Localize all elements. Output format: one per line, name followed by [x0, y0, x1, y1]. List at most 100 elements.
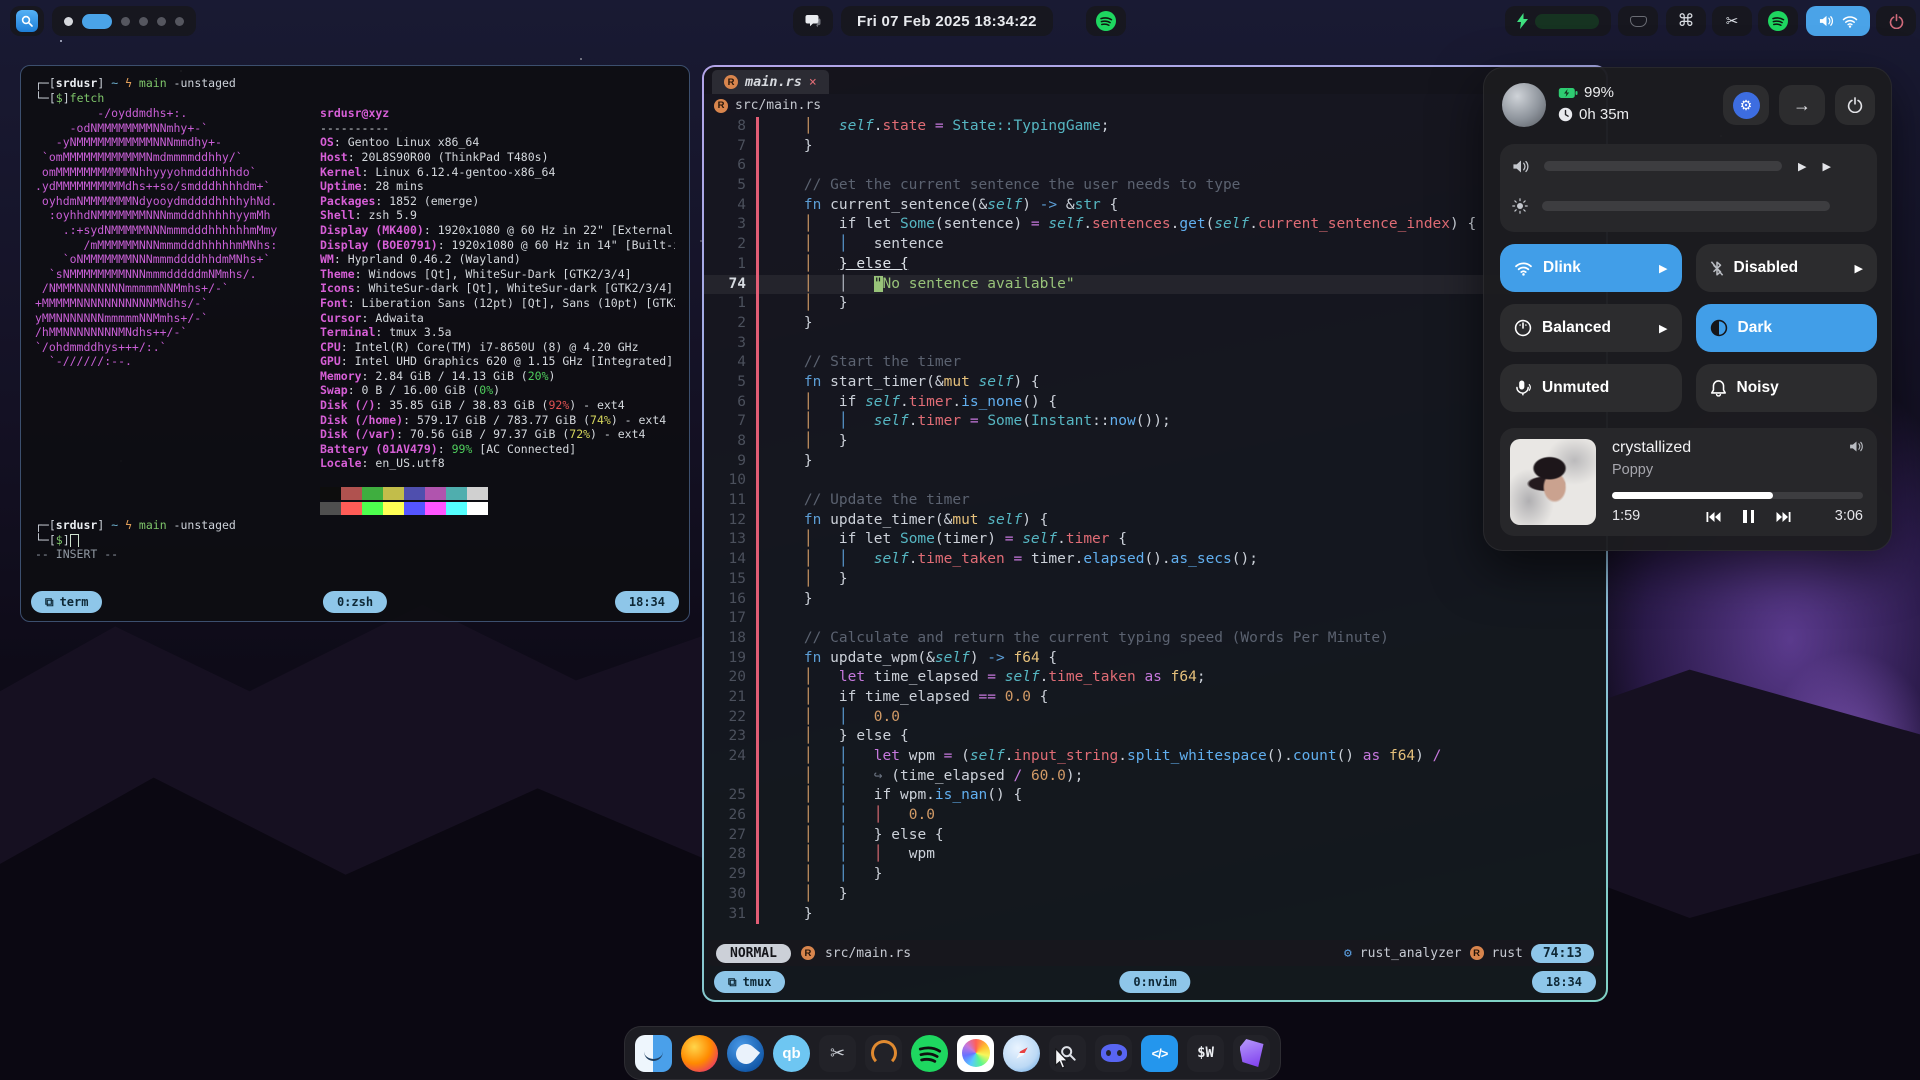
terminal-prompt-top: ┌─[srdusr] ~ ϟ main -unstaged└─[$]fetch — [35, 76, 675, 105]
rust-file-icon: R — [724, 75, 738, 89]
mouse-cursor — [1053, 1048, 1071, 1070]
color-swatch — [320, 502, 341, 515]
dock-item-vscode[interactable]: </> — [1139, 1033, 1180, 1074]
dock-item-obsidian[interactable] — [1231, 1033, 1272, 1074]
terminal-window[interactable]: ┌─[srdusr] ~ ϟ main -unstaged└─[$]fetch … — [20, 65, 690, 622]
dock-item-downloader[interactable] — [863, 1033, 904, 1074]
toggle-bluetooth[interactable]: Disabled▶ — [1696, 244, 1878, 292]
code-line: 26 │ │ │ 0.0 — [704, 806, 1606, 826]
color-swatch — [383, 502, 404, 515]
toggle-notifications[interactable]: Noisy — [1696, 364, 1878, 412]
workspace-1[interactable] — [64, 17, 73, 26]
code-line: 29 │ │ } — [704, 865, 1606, 885]
pause-button[interactable] — [1743, 510, 1754, 523]
power-button[interactable] — [1876, 6, 1916, 36]
total-time: 3:06 — [1835, 508, 1863, 524]
tmux-session-label[interactable]: 0:zsh — [323, 591, 387, 613]
tmux-session-label[interactable]: 0:nvim — [1119, 971, 1190, 993]
dock-item-firefox[interactable] — [679, 1033, 720, 1074]
spotify-icon — [1768, 11, 1788, 31]
dock-item-zen-browser[interactable] — [1001, 1033, 1042, 1074]
toggle-power-profile[interactable]: Balanced ▶ — [1500, 304, 1682, 352]
code-area[interactable]: 8 │ self.state = State::TypingGame;7 }65… — [704, 117, 1606, 936]
wallpaper-stars — [60, 40, 62, 42]
output-expand-chevron[interactable]: ▶ — [1822, 160, 1830, 173]
brightness-slider[interactable] — [1542, 201, 1830, 211]
workspace-2[interactable] — [82, 14, 112, 29]
dock-item-thunderbird[interactable] — [725, 1033, 766, 1074]
lightning-icon — [1517, 13, 1528, 29]
vi-mode-indicator: -- INSERT -- — [35, 547, 118, 561]
terminal-prompt-bottom[interactable]: ┌─[srdusr] ~ ϟ main -unstaged└─[$] — [35, 518, 675, 547]
volume-expand-chevron[interactable]: ▶ — [1798, 160, 1806, 173]
toggle-label: Noisy — [1737, 379, 1779, 397]
winbar-filepath: src/main.rs — [735, 98, 821, 113]
mode-indicator: NORMAL — [716, 944, 791, 963]
toggle-label: Balanced — [1542, 319, 1611, 337]
tab-close-icon[interactable]: × — [809, 75, 817, 90]
settings-button[interactable]: ⚙ — [1723, 85, 1769, 125]
workspace-6[interactable] — [175, 17, 184, 26]
touchpad-button[interactable] — [1618, 6, 1658, 36]
workspace-indicator[interactable] — [52, 6, 196, 36]
color-swatch — [467, 487, 488, 500]
speaker-icon — [1512, 160, 1530, 173]
code-line: 4 fn current_sentence(&self) -> &str { — [704, 196, 1606, 216]
dock-item-finder[interactable] — [633, 1033, 674, 1074]
toggle-theme[interactable]: Dark — [1696, 304, 1878, 352]
toggle-wifi[interactable]: Dlink▶ — [1500, 244, 1682, 292]
search-button[interactable] — [10, 6, 44, 36]
wifi-icon — [1842, 15, 1858, 28]
chat-bubble-icon — [805, 14, 821, 28]
workspace-5[interactable] — [157, 17, 166, 26]
code-line: 11 // Update the timer — [704, 491, 1606, 511]
dock-item-photos[interactable] — [955, 1033, 996, 1074]
expand-button[interactable]: → — [1779, 85, 1825, 125]
tab-main-rs[interactable]: R main.rs × — [712, 70, 829, 94]
color-swatch — [446, 502, 467, 515]
battery-widget[interactable] — [1505, 6, 1611, 36]
tmux-window-tab[interactable]: ⧉tmux — [714, 971, 785, 993]
workspace-3[interactable] — [121, 17, 130, 26]
screenshot-button[interactable]: ✂ — [1712, 6, 1752, 36]
code-line: 7 } — [704, 137, 1606, 157]
tmux-window-tab[interactable]: ⧉term — [31, 591, 102, 613]
volume-network-button[interactable] — [1806, 6, 1870, 36]
code-line: 20 │ let time_elapsed = self.time_taken … — [704, 668, 1606, 688]
datetime-widget[interactable]: Fri 07 Feb 2025 18:34:22 — [841, 6, 1053, 36]
session-power-button[interactable] — [1835, 85, 1875, 125]
window-icon: ⧉ — [45, 595, 54, 610]
workspace-4[interactable] — [139, 17, 148, 26]
code-line: 1 │ } else { — [704, 255, 1606, 275]
previous-track-button[interactable] — [1706, 511, 1721, 523]
chevron-right-icon[interactable]: ▶ — [1659, 262, 1667, 275]
avatar — [1502, 83, 1546, 127]
seek-bar[interactable] — [1612, 492, 1863, 499]
next-track-button[interactable] — [1776, 511, 1791, 523]
desktop: Fri 07 Feb 2025 18:34:22 ⌘ ✂ ┌─[srdusr] … — [0, 0, 1920, 1080]
spotify-indicator[interactable] — [1086, 6, 1126, 36]
dock-item-spotify[interactable] — [909, 1033, 950, 1074]
chevron-right-icon[interactable]: ▶ — [1659, 322, 1667, 335]
color-swatch — [362, 487, 383, 500]
neovim-editor[interactable]: R main.rs × R src/main.rs 8 │ self.state… — [704, 67, 1606, 1000]
spotify-tray-button[interactable] — [1758, 6, 1798, 36]
dock-item-cutter[interactable]: ✂ — [817, 1033, 858, 1074]
code-line: 10 — [704, 471, 1606, 491]
toggle-label: Dark — [1738, 319, 1772, 337]
window-icon: ⧉ — [728, 975, 737, 990]
code-line: 24 │ │ let wpm = (self.input_string.spli… — [704, 747, 1606, 767]
dock-item-qbittorrent[interactable]: qb — [771, 1033, 812, 1074]
notifications-button[interactable] — [793, 6, 833, 36]
microphone-icon — [1514, 379, 1532, 397]
dock-item-wezterm[interactable]: $W — [1185, 1033, 1226, 1074]
dock-item-discord[interactable] — [1093, 1033, 1134, 1074]
toggle-microphone[interactable]: Unmuted — [1500, 364, 1682, 412]
chevron-right-icon[interactable]: ▶ — [1855, 262, 1863, 275]
keybinds-button[interactable]: ⌘ — [1666, 6, 1706, 36]
code-line: 3 │ if let Some(sentence) = self.sentenc… — [704, 215, 1606, 235]
code-line: 31 } — [704, 905, 1606, 925]
code-line: 23 │ } else { — [704, 727, 1606, 747]
player-output-icon[interactable] — [1849, 441, 1864, 452]
volume-slider[interactable] — [1544, 161, 1782, 171]
